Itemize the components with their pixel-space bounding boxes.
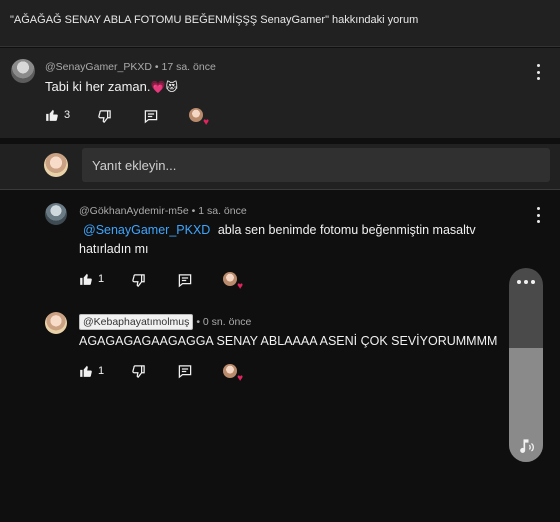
like-count: 3 <box>64 109 71 121</box>
comment-text: Tabi ki her zaman.💗😻 <box>45 79 178 94</box>
reply-text: AGAGAGAGAAGAGGA SENAY ABLAAAA ASENİ ÇOK … <box>79 334 498 348</box>
like-button[interactable]: 3 <box>45 108 70 122</box>
floating-scroll-panel[interactable] <box>509 268 543 462</box>
avatar[interactable] <box>45 203 67 225</box>
meta-separator: • <box>154 61 159 73</box>
like-button[interactable]: 1 <box>79 364 104 378</box>
header-title: "AĞAĞAĞ SENAY ABLA FOTOMU BEĞENMİŞŞŞ Sen… <box>10 14 419 26</box>
reply-meta: @Kebaphayatımolmuş • 0 sn. önce <box>79 314 251 330</box>
avatar <box>44 153 68 177</box>
like-count: 1 <box>98 365 105 377</box>
reply-text-line2: hatırladın mı <box>79 242 149 256</box>
reply-bar: Yanıt ekleyin... <box>0 144 560 190</box>
dislike-button[interactable] <box>97 109 112 124</box>
meta-separator: • <box>191 205 196 217</box>
dislike-button[interactable] <box>131 364 146 379</box>
more-horiz-icon[interactable] <box>517 280 535 284</box>
thumbs-down-icon <box>98 110 111 123</box>
more-vert-icon[interactable] <box>533 207 543 223</box>
reply-meta: @GökhanAydemir-m5e • 1 sa. önce <box>79 205 247 217</box>
reply-input-placeholder: Yanıt ekleyin... <box>92 157 177 173</box>
comment-icon <box>178 274 192 288</box>
reply-author[interactable]: @GökhanAydemir-m5e <box>79 205 189 217</box>
comment-meta: @SenayGamer_PKXD • 17 sa. önce <box>45 61 216 73</box>
reply-author[interactable]: @Kebaphayatımolmuş <box>79 314 194 330</box>
reply-button[interactable] <box>177 364 193 379</box>
main-comment: @SenayGamer_PKXD • 17 sa. önce Tabi ki h… <box>0 48 560 138</box>
dislike-button[interactable] <box>131 273 146 288</box>
avatar[interactable] <box>11 59 35 83</box>
reply-button[interactable] <box>177 273 193 288</box>
creator-heart-icon: ♥ <box>223 272 243 292</box>
thumbs-up-icon <box>80 273 92 285</box>
comment-emojis: 💗😻 <box>150 80 178 94</box>
thumbs-down-icon <box>132 274 145 287</box>
reply-time: 0 sn. önce <box>202 316 252 328</box>
creator-heart-icon: ♥ <box>189 108 209 128</box>
comment-icon <box>178 365 192 379</box>
reply-button[interactable] <box>143 109 159 124</box>
reply-time: 1 sa. önce <box>198 205 247 217</box>
avatar[interactable] <box>45 312 67 334</box>
comment-icon <box>144 110 158 124</box>
like-count: 1 <box>98 273 105 285</box>
meta-separator: • <box>196 316 200 328</box>
mention-link[interactable]: @SenayGamer_PKXD <box>83 223 210 237</box>
thumbs-up-icon <box>46 109 58 121</box>
comment-time: 17 sa. önce <box>161 61 216 73</box>
thumbs-down-icon <box>132 365 145 378</box>
reply-input[interactable]: Yanıt ekleyin... <box>82 148 550 182</box>
comments-header: "AĞAĞAĞ SENAY ABLA FOTOMU BEĞENMİŞŞŞ Sen… <box>0 0 560 47</box>
like-button[interactable]: 1 <box>79 272 104 286</box>
thumbs-up-icon <box>80 365 92 377</box>
comment-author[interactable]: @SenayGamer_PKXD <box>45 61 152 73</box>
audio-note-icon[interactable] <box>516 436 536 456</box>
creator-heart-icon: ♥ <box>223 364 243 384</box>
more-vert-icon[interactable] <box>533 64 543 80</box>
reply-text: @SenayGamer_PKXD abla sen benimde fotomu… <box>83 223 476 237</box>
